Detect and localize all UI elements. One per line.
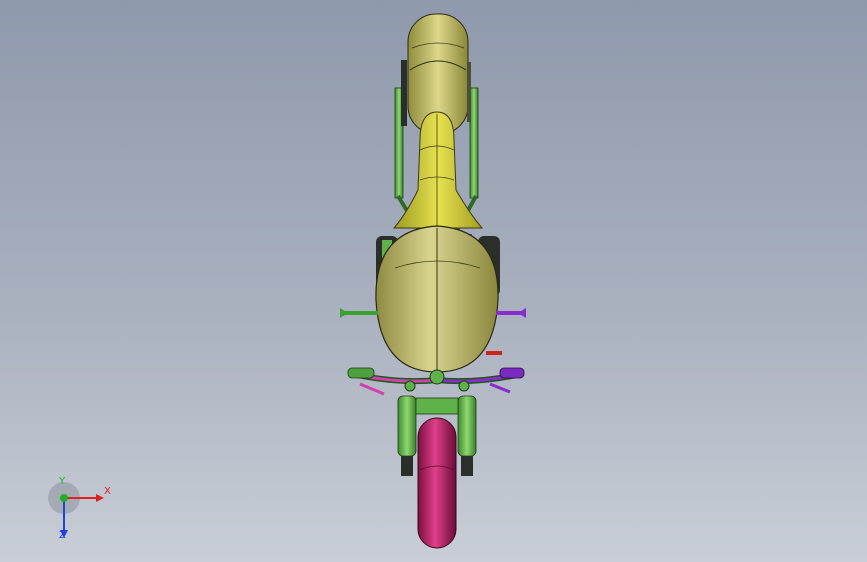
motorcycle-model[interactable] [0,0,867,562]
seat [392,111,484,229]
triad-axes [48,482,104,538]
graphics-viewport[interactable]: X Y Z [0,0,867,562]
front-wheel [417,417,457,549]
handlebars [347,367,525,396]
coordinate-triad: X Y Z [44,476,124,548]
y-axis-label: Y [59,476,66,487]
x-axis-label: X [104,486,111,497]
z-axis-label: Z [59,530,66,541]
y-axis-marker [60,494,68,502]
fuel-tank [375,225,499,373]
